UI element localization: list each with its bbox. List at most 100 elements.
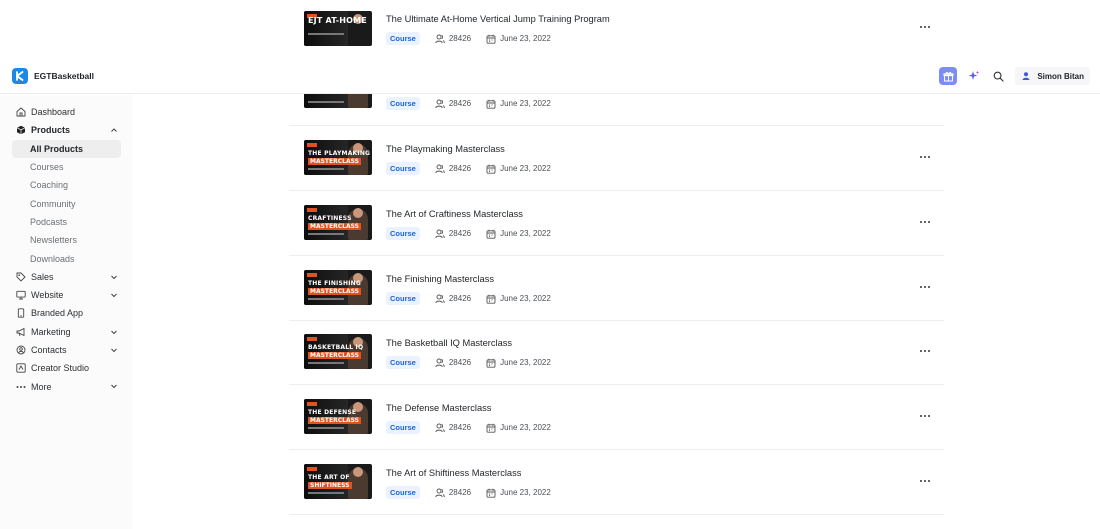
product-type-badge: Course	[386, 356, 420, 369]
calendar-icon	[486, 99, 496, 109]
members-icon	[435, 294, 445, 304]
sidebar-item-label: Branded App	[31, 308, 84, 319]
product-date: June 23, 2022	[500, 229, 551, 238]
product-thumbnail[interactable]: THE ART OF SHIFTINESS	[304, 464, 372, 499]
top-header: EGTBasketball Simon Bitan	[0, 58, 1100, 94]
product-date: June 23, 2022	[500, 423, 551, 432]
row-menu-button[interactable]	[918, 152, 932, 162]
sidebar-item-marketing[interactable]: Marketing	[0, 323, 122, 341]
sidebar-subitem-community[interactable]: Community	[12, 194, 121, 212]
sidebar-item-contacts[interactable]: Contacts	[0, 341, 122, 359]
sidebar-item-label: Website	[31, 290, 64, 301]
sidebar: Dashboard Products All Products Courses …	[0, 95, 132, 529]
box-icon	[16, 125, 26, 135]
header-actions: Simon Bitan	[939, 67, 1090, 85]
sidebar-item-dashboard[interactable]: Dashboard	[0, 103, 122, 121]
contacts-icon	[16, 345, 26, 355]
member-count: 28426	[448, 294, 472, 303]
sidebar-subitem-podcasts[interactable]: Podcasts	[12, 213, 121, 231]
product-title[interactable]: The Art of Craftiness Masterclass	[386, 209, 523, 219]
product-meta: Course 28426 June 23, 2022	[386, 292, 551, 305]
members-icon	[435, 164, 445, 174]
sidebar-subitem-newsletters[interactable]: Newsletters	[12, 231, 121, 249]
search-button[interactable]	[991, 69, 1005, 83]
product-meta: Course 28426 June 23, 2022	[386, 162, 551, 175]
product-row[interactable]: EJT AT-HOME The Ultimate At-Home Vertica…	[289, 0, 944, 64]
product-meta: Course 28426 June 23, 2022	[386, 227, 551, 240]
chevron-down-icon[interactable]	[110, 382, 118, 390]
user-menu[interactable]: Simon Bitan	[1015, 67, 1090, 85]
product-row[interactable]: THE ART OF SHIFTINESS The Art of Shiftine…	[289, 451, 944, 515]
sidebar-item-label: Products	[31, 125, 71, 136]
product-title[interactable]: The Defense Masterclass	[386, 403, 491, 413]
product-row[interactable]: THE DEFENSE MASTERCLASS The Defense Maste…	[289, 386, 944, 450]
megaphone-icon	[16, 327, 26, 337]
sidebar-item-website[interactable]: Website	[0, 286, 122, 304]
row-menu-button[interactable]	[918, 411, 932, 421]
chevron-down-icon[interactable]	[110, 273, 118, 281]
row-menu-button[interactable]	[918, 282, 932, 292]
product-title[interactable]: The Basketball IQ Masterclass	[386, 338, 512, 348]
sidebar-item-products[interactable]: Products	[0, 121, 122, 139]
row-menu-button[interactable]	[918, 22, 932, 32]
gift-button[interactable]	[939, 67, 958, 85]
ai-assistant-button[interactable]	[967, 69, 981, 83]
product-title[interactable]: The Ultimate At-Home Vertical Jump Train…	[386, 14, 610, 24]
sidebar-item-sales[interactable]: Sales	[0, 268, 122, 286]
phone-icon	[16, 308, 26, 319]
sidebar-item-creator-studio[interactable]: Creator Studio	[0, 359, 122, 377]
sidebar-subitem-downloads[interactable]: Downloads	[12, 249, 121, 267]
members-icon	[435, 488, 445, 498]
sidebar-item-branded-app[interactable]: Branded App	[0, 304, 122, 322]
product-type-badge: Course	[386, 486, 420, 499]
product-thumbnail[interactable]: THE FINISHING MASTERCLASS	[304, 270, 372, 305]
product-type-badge: Course	[386, 421, 420, 434]
product-thumbnail[interactable]: CRAFTINESS MASTERCLASS	[304, 205, 372, 240]
product-meta: Course 28426 June 23, 2022	[386, 97, 551, 110]
product-title[interactable]: The Playmaking Masterclass	[386, 144, 505, 154]
chevron-down-icon[interactable]	[110, 328, 118, 336]
product-date: June 23, 2022	[500, 488, 551, 497]
sidebar-item-more[interactable]: More	[0, 377, 122, 395]
row-menu-button[interactable]	[918, 217, 932, 227]
sidebar-item-label: Creator Studio	[31, 363, 90, 374]
product-thumbnail[interactable]: BASKETBALL IQ MASTERCLASS	[304, 334, 372, 369]
sidebar-subitem-coaching[interactable]: Coaching	[12, 176, 121, 194]
tag-icon	[16, 272, 26, 282]
product-type-badge: Course	[386, 32, 420, 45]
product-row[interactable]: THE FINISHING MASTERCLASS The Finishing M…	[289, 257, 944, 321]
product-type-badge: Course	[386, 97, 420, 110]
member-count: 28426	[448, 488, 472, 497]
chevron-up-icon[interactable]	[110, 126, 118, 134]
product-thumbnail[interactable]: THE PLAYMAKING MASTERCLASS	[304, 140, 372, 175]
product-row[interactable]: CRAFTINESS MASTERCLASS The Art of Craftin…	[289, 192, 944, 256]
product-type-badge: Course	[386, 292, 420, 305]
product-type-badge: Course	[386, 227, 420, 240]
more-icon	[16, 382, 26, 392]
product-date: June 23, 2022	[500, 34, 551, 43]
sidebar-subitem-courses[interactable]: Courses	[12, 158, 121, 176]
member-count: 28426	[448, 164, 472, 173]
row-menu-button[interactable]	[918, 476, 932, 486]
chevron-down-icon[interactable]	[110, 346, 118, 354]
product-row[interactable]: THE PLAYMAKING MASTERCLASS The Playmaking…	[289, 127, 944, 191]
sidebar-subitem-all-products[interactable]: All Products	[12, 139, 121, 158]
product-thumbnail[interactable]: THE DEFENSE MASTERCLASS	[304, 399, 372, 434]
chevron-down-icon[interactable]	[110, 291, 118, 299]
brand[interactable]: EGTBasketball	[12, 68, 94, 84]
product-thumbnail[interactable]: EJT AT-HOME	[304, 11, 372, 46]
product-row[interactable]: BASKETBALL IQ MASTERCLASS The Basketball …	[289, 321, 944, 385]
search-icon	[993, 71, 1004, 82]
product-title[interactable]: The Art of Shiftiness Masterclass	[386, 468, 521, 478]
calendar-icon	[486, 164, 496, 174]
sidebar-item-label: Dashboard	[31, 107, 76, 118]
row-menu-button[interactable]	[918, 346, 932, 356]
product-title[interactable]: The Finishing Masterclass	[386, 274, 494, 284]
product-date: June 23, 2022	[500, 358, 551, 367]
product-meta: Course 28426 June 23, 2022	[386, 32, 551, 45]
member-count: 28426	[448, 99, 472, 108]
sidebar-item-label: Sales	[31, 271, 54, 282]
calendar-icon	[486, 34, 496, 44]
members-icon	[435, 34, 445, 44]
monitor-icon	[16, 290, 26, 300]
